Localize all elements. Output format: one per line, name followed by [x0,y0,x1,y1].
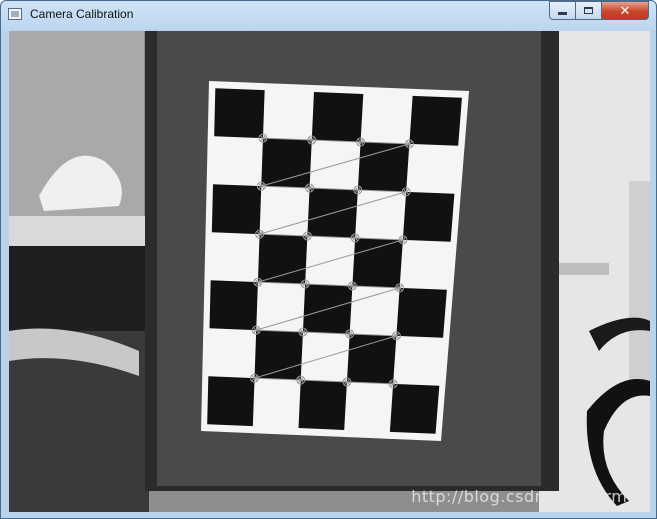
board-square [396,287,447,338]
board-square [409,95,462,146]
board-square [346,333,397,384]
close-icon: ✕ [619,3,631,18]
desk-surface [9,216,149,246]
window-title: Camera Calibration [30,7,134,21]
maximize-button[interactable] [576,1,602,20]
minimize-button[interactable] [549,1,576,20]
board-square [402,191,455,242]
watermark-text: http://blog.csdn.net/dcrmg [411,487,638,506]
minimize-icon [558,11,567,15]
checkerboard [201,81,469,441]
board-square [261,138,312,189]
board-square [389,383,440,434]
camera-frame [9,31,650,512]
board-square [211,184,262,235]
camera-view: http://blog.csdn.net/dcrmg [9,31,650,512]
board-square [357,141,410,192]
board-square [311,92,364,142]
board-square [352,237,403,288]
maximize-icon [584,7,593,14]
desk-front [9,246,149,331]
board-square [257,234,308,285]
app-window: Camera Calibration ✕ http://blog.csdn.ne… [0,0,657,519]
radiator [629,181,650,381]
app-window-icon [8,8,22,20]
board-square [214,88,265,139]
title-bar[interactable]: Camera Calibration ✕ [1,1,656,30]
board-square [298,380,347,430]
board-square [209,280,258,331]
board-square [254,330,303,381]
board-square [207,376,255,427]
close-button[interactable]: ✕ [602,1,649,20]
